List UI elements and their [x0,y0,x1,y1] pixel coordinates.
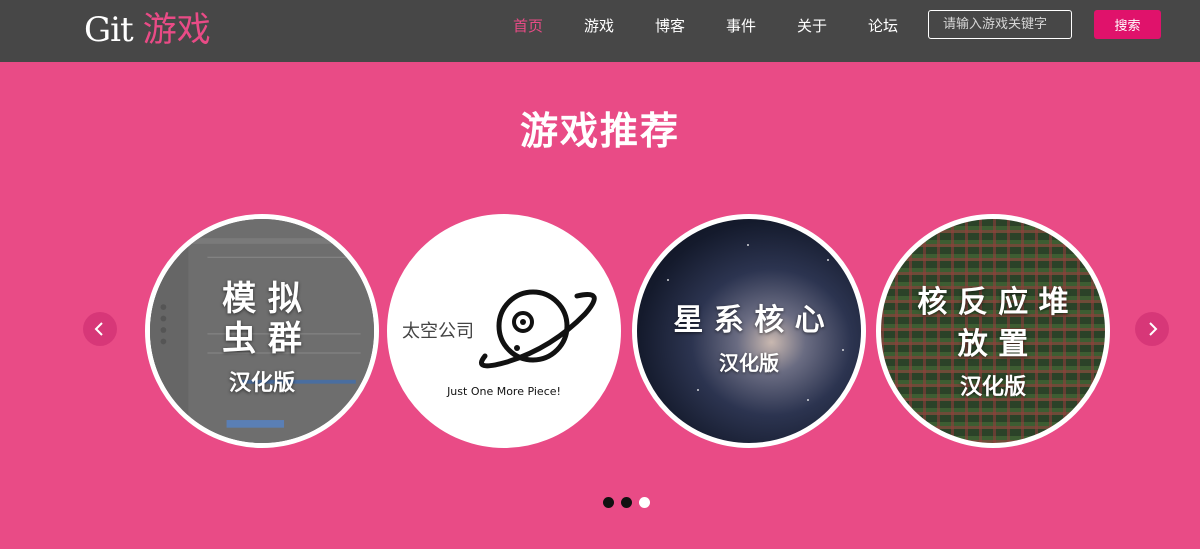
game-subtitle: 汉化版 [959,375,1026,400]
search-input[interactable] [928,10,1072,39]
site-logo[interactable]: Git 游戏 [84,2,211,52]
star [697,389,699,391]
search-button[interactable]: 搜索 [1094,10,1161,39]
nav-link-forum[interactable]: 论坛 [868,15,898,36]
game-title-line2: 放 置 [957,327,1029,362]
carousel-prev-button[interactable] [83,312,117,346]
carousel-dot-3[interactable] [639,497,650,508]
nav-link-events[interactable]: 事件 [726,15,756,36]
chevron-left-icon [94,322,103,336]
star [747,244,749,246]
logo-git-text: Git [84,10,134,50]
nav-link-games[interactable]: 游戏 [584,15,614,36]
section-title: 游戏推荐 [519,109,680,153]
carousel-next-button[interactable] [1135,312,1169,346]
game-tagline: Just One More Piece! [447,385,561,398]
carousel-dot-2[interactable] [621,497,632,508]
game-card-reactor-idle[interactable]: 核 反 应 堆 放 置 汉化版 [876,214,1110,448]
game-title: 太空公司 [402,321,474,342]
game-card-swarm-sim[interactable]: 模 拟 虫 群 汉化版 [145,214,379,448]
game-title-line1: 核 反 应 堆 [917,285,1069,320]
nav-link-home[interactable]: 首页 [513,15,543,36]
chevron-right-icon [1149,322,1158,336]
game-title-line2: 虫 群 [222,319,302,359]
carousel-dot-1[interactable] [603,497,614,508]
logo-game-text: 游戏 [142,10,211,50]
game-title-line1: 星 系 核 心 [673,303,825,338]
navbar: Git 游戏 首页 游戏 博客 事件 关于 论坛 搜索 [0,0,1200,62]
game-subtitle: 汉化版 [719,351,779,375]
star [667,279,669,281]
game-card-galaxy-core[interactable]: 星 系 核 心 汉化版 [632,214,866,448]
nav-link-blog[interactable]: 博客 [655,15,685,36]
star [827,259,829,261]
game-card-space-company[interactable]: 太空公司 Just One More Piece! [387,214,621,448]
game-subtitle: 汉化版 [228,371,295,396]
carousel-indicators [603,497,650,508]
star [807,399,809,401]
planet-icon [479,289,597,369]
nav-link-about[interactable]: 关于 [797,15,827,36]
